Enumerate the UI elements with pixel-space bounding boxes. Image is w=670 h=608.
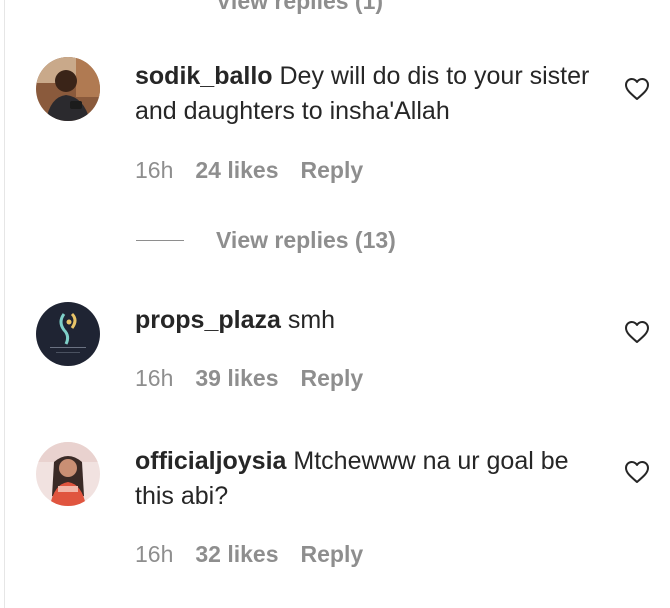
comment-likes[interactable]: 32 likes xyxy=(195,541,278,567)
comment-time: 16h xyxy=(135,541,174,567)
heart-outline-icon[interactable] xyxy=(624,460,650,484)
comment-username[interactable]: officialjoysia xyxy=(135,447,286,475)
avatar[interactable] xyxy=(36,302,100,366)
comment-meta: 16h 39 likes Reply xyxy=(135,365,363,392)
comment-likes[interactable]: 24 likes xyxy=(195,157,278,183)
view-replies-label[interactable]: View replies (13) xyxy=(216,227,396,254)
avatar[interactable] xyxy=(36,442,100,506)
comment-time: 16h xyxy=(135,157,174,183)
heart-outline-icon[interactable] xyxy=(624,77,650,101)
view-replies-toggle[interactable]: View replies (13) xyxy=(136,225,396,255)
comment-text: sodik_ballo Dey will do dis to your sist… xyxy=(135,59,605,129)
reply-button[interactable]: Reply xyxy=(301,157,364,183)
left-divider xyxy=(4,0,5,608)
replies-divider-line xyxy=(136,239,184,241)
comment-time: 16h xyxy=(135,365,174,391)
comment-likes[interactable]: 39 likes xyxy=(195,365,278,391)
comment-text: officialjoysia Mtchewww na ur goal be th… xyxy=(135,444,605,514)
comment-username[interactable]: props_plaza xyxy=(135,306,281,334)
comment-meta: 16h 24 likes Reply xyxy=(135,157,363,184)
view-replies-partial[interactable]: View replies (1) xyxy=(216,0,383,15)
comment-text: props_plaza smh xyxy=(135,303,605,338)
reply-button[interactable]: Reply xyxy=(301,365,364,391)
heart-outline-icon[interactable] xyxy=(624,320,650,344)
comment-body: smh xyxy=(287,306,336,334)
avatar[interactable] xyxy=(36,57,100,121)
reply-button[interactable]: Reply xyxy=(301,541,364,567)
comment-username[interactable]: sodik_ballo xyxy=(135,62,273,90)
comment-meta: 16h 32 likes Reply xyxy=(135,541,363,568)
